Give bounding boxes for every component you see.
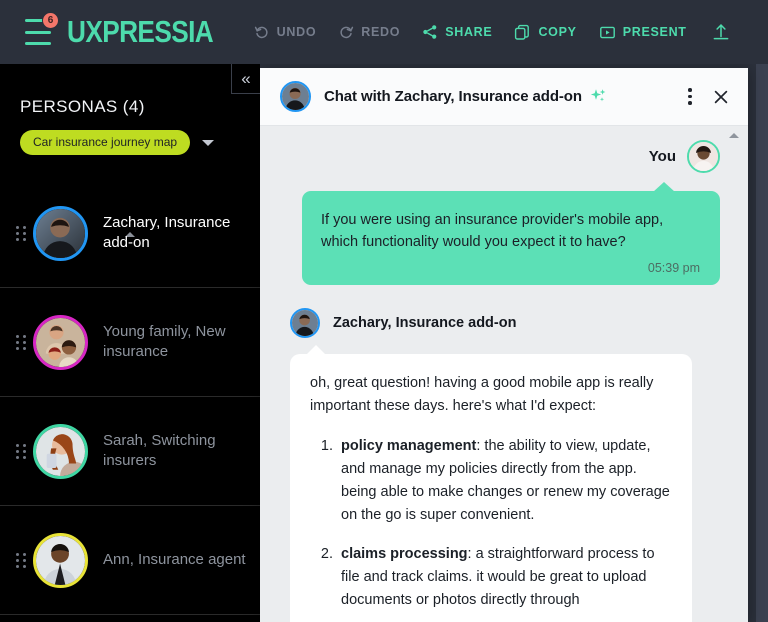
copy-label: COPY: [538, 25, 577, 39]
avatar: [33, 314, 88, 370]
page-background-strip: [756, 64, 768, 622]
export-button[interactable]: [711, 22, 731, 42]
persona-name: Ann, Insurance agent: [103, 551, 246, 568]
user-message-header: You: [290, 126, 720, 173]
sidebar-title: PERSONAS (4): [20, 97, 145, 116]
hamburger-line: [25, 30, 51, 34]
chat-header-avatar: [280, 81, 311, 112]
undo-label: UNDO: [276, 25, 317, 39]
avatar: [33, 423, 88, 479]
present-label: PRESENT: [622, 25, 687, 39]
user-message-bubble: If you were using an insurance provider'…: [302, 182, 720, 285]
undo-icon: [254, 24, 270, 40]
present-button[interactable]: PRESENT: [599, 24, 687, 41]
drag-handle-icon[interactable]: [16, 225, 26, 241]
chat-header: Chat with Zachary, Insurance add-on: [260, 68, 748, 126]
persona-item-ann[interactable]: Ann, Insurance agent: [0, 506, 260, 615]
drag-handle-icon[interactable]: [16, 443, 26, 459]
journey-map-tag[interactable]: Car insurance journey map: [20, 130, 191, 155]
chevron-down-icon[interactable]: [202, 139, 215, 146]
present-icon: [599, 24, 616, 41]
persona-name: Zachary, Insurance add-on: [103, 214, 231, 251]
list-item-term: policy management: [341, 438, 477, 454]
bot-avatar: [290, 308, 320, 338]
kebab-menu-icon[interactable]: [678, 84, 702, 110]
hamburger-line: [25, 42, 51, 45]
close-icon[interactable]: [708, 84, 734, 110]
bubble-tail: [653, 182, 675, 192]
chat-message-list[interactable]: You If you were using an insurance provi…: [260, 126, 748, 622]
share-icon: [422, 24, 438, 40]
copy-icon: [514, 24, 531, 41]
share-button[interactable]: SHARE: [422, 24, 492, 40]
toolbar-actions: UNDO REDO SHARE COPY PRESENT: [254, 22, 731, 42]
bot-message-bubble: oh, great question! having a good mobile…: [290, 345, 692, 622]
user-message-time: 05:39 pm: [647, 261, 700, 275]
bubble-tail: [306, 345, 326, 355]
drag-handle-icon[interactable]: [16, 334, 26, 350]
notification-badge: 6: [42, 12, 59, 29]
drag-handle-icon[interactable]: [16, 552, 26, 568]
collapse-sidebar-button[interactable]: «: [231, 64, 260, 94]
persona-name: Sarah, Switching insurers: [103, 432, 216, 469]
list-item: claims processing: a straightforward pro…: [337, 543, 670, 612]
bot-name: Zachary, Insurance add-on: [333, 315, 517, 331]
bot-message-header: Zachary, Insurance add-on: [290, 308, 720, 338]
persona-list: Zachary, Insurance add-on Young family, …: [0, 179, 260, 615]
sparkles-icon: [589, 87, 608, 106]
chat-title: Chat with Zachary, Insurance add-on: [324, 88, 582, 105]
scroll-up-indicator-icon: [729, 133, 739, 138]
redo-button[interactable]: REDO: [338, 24, 400, 40]
persona-name: Young family, New insurance: [103, 323, 226, 360]
personas-sidebar: « PERSONAS (4) Car insurance journey map: [0, 64, 260, 622]
upload-export-icon: [711, 22, 731, 42]
share-label: SHARE: [445, 25, 493, 39]
journey-map-selector: Car insurance journey map: [0, 117, 260, 155]
undo-button[interactable]: UNDO: [254, 24, 317, 40]
user-message-text: If you were using an insurance provider'…: [321, 212, 664, 250]
persona-item-young-family[interactable]: Young family, New insurance: [0, 288, 260, 397]
user-label: You: [648, 148, 676, 165]
redo-label: REDO: [361, 25, 401, 39]
bot-expectation-list: policy management: the ability to view, …: [310, 435, 670, 612]
redo-icon: [338, 24, 354, 40]
list-item: policy management: the ability to view, …: [337, 435, 670, 527]
list-item-term: claims processing: [341, 546, 468, 562]
bot-intro-text: oh, great question! having a good mobile…: [310, 375, 654, 414]
brand-logo[interactable]: UXPRESSIA: [67, 15, 214, 50]
user-avatar: [687, 140, 720, 173]
copy-button[interactable]: COPY: [514, 24, 576, 41]
persona-item-zachary[interactable]: Zachary, Insurance add-on: [0, 179, 260, 288]
app-root: 6 UXPRESSIA UNDO REDO SHARE COPY PRESENT…: [0, 0, 768, 622]
top-toolbar: 6 UXPRESSIA UNDO REDO SHARE COPY PRESENT: [0, 0, 768, 64]
avatar: [33, 532, 88, 588]
avatar: [33, 205, 88, 261]
chat-panel: Chat with Zachary, Insurance add-on You …: [260, 68, 748, 622]
persona-item-sarah[interactable]: Sarah, Switching insurers: [0, 397, 260, 506]
hamburger-menu-icon[interactable]: 6: [25, 12, 59, 45]
